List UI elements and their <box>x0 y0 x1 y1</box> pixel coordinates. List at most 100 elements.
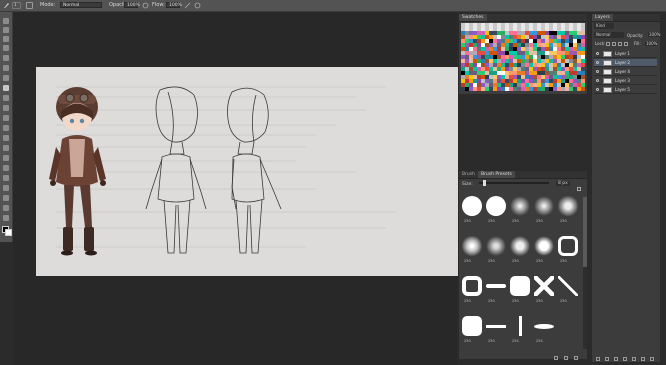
brush-preset[interactable] <box>462 196 482 216</box>
lock-label: Lock: <box>595 41 606 46</box>
brush-preview-icon[interactable] <box>577 187 581 191</box>
layer-row[interactable]: Layer 3 <box>594 77 657 85</box>
brush-preset[interactable] <box>558 236 578 256</box>
tab-brush[interactable]: Brush <box>459 171 478 178</box>
lock-pixels-icon[interactable] <box>612 42 616 46</box>
brush-preset[interactable] <box>519 316 522 336</box>
layer-mask-icon[interactable] <box>614 357 618 361</box>
brush-preset-picker[interactable]: 1 <box>12 2 21 9</box>
path-select-tool-icon[interactable] <box>3 175 9 181</box>
link-layers-icon[interactable] <box>596 357 600 361</box>
type-tool-icon[interactable] <box>3 165 9 171</box>
brush-preset[interactable] <box>486 284 506 288</box>
pressure-opacity-icon[interactable] <box>142 2 149 9</box>
brush-preset-size: 250 <box>512 299 519 303</box>
shape-tool-icon[interactable] <box>3 185 9 191</box>
pressure-size-icon[interactable] <box>194 2 201 9</box>
brush-preset-size: 250 <box>536 299 543 303</box>
eyedropper-tool-icon[interactable] <box>3 65 9 71</box>
background-color-swatch[interactable] <box>5 229 12 236</box>
visibility-eye-icon[interactable] <box>596 52 599 55</box>
brush-tool-icon[interactable] <box>3 85 9 91</box>
layer-row[interactable]: Layer 4 <box>594 68 657 76</box>
brush-tool-icon[interactable] <box>3 2 10 9</box>
dodge-tool-icon[interactable] <box>3 145 9 151</box>
trash-icon[interactable] <box>574 356 578 360</box>
lock-transparency-icon[interactable] <box>606 42 610 46</box>
zoom-tool-icon[interactable] <box>3 205 9 211</box>
layer-row[interactable]: Layer 5 <box>594 86 657 94</box>
brush-preset[interactable] <box>462 316 482 336</box>
brush-size-slider[interactable] <box>479 180 549 186</box>
visibility-eye-icon[interactable] <box>596 79 599 82</box>
extra-tools-icon[interactable] <box>3 215 9 221</box>
brush-preset[interactable] <box>462 236 482 256</box>
brush-preset[interactable] <box>510 196 530 216</box>
brush-preset[interactable] <box>534 324 554 329</box>
brush-preset-size: 254 <box>512 339 519 343</box>
lock-position-icon[interactable] <box>618 42 622 46</box>
layer-style-icon[interactable] <box>605 357 609 361</box>
new-layer-icon[interactable] <box>641 357 645 361</box>
brush-preset[interactable] <box>558 196 578 216</box>
flow-value: 100% <box>169 3 182 8</box>
layer-thumbnail <box>603 78 612 84</box>
eraser-tool-icon[interactable] <box>3 115 9 121</box>
opacity-field[interactable]: 100% <box>124 2 140 8</box>
quick-select-tool-icon[interactable] <box>3 45 9 51</box>
brush-preset[interactable] <box>534 276 554 296</box>
flow-field[interactable]: 100% <box>166 2 182 8</box>
brush-tabbar: Brush Brush Presets <box>459 171 587 179</box>
move-tool-icon[interactable] <box>3 18 9 24</box>
layer-opacity-value[interactable]: 100% <box>648 32 662 37</box>
visibility-eye-icon[interactable] <box>596 70 599 73</box>
brush-preset[interactable] <box>462 276 482 296</box>
brush-preset[interactable] <box>510 236 530 256</box>
layer-name: Layer 5 <box>615 87 630 92</box>
color-swatch[interactable] <box>581 87 585 91</box>
lock-all-icon[interactable] <box>624 42 628 46</box>
brush-preset[interactable] <box>558 276 578 296</box>
tab-brush-presets[interactable]: Brush Presets <box>478 171 515 178</box>
toggle-panel-icon[interactable] <box>554 356 558 360</box>
healing-tool-icon[interactable] <box>3 75 9 81</box>
marquee-tool-icon[interactable] <box>3 27 9 33</box>
delete-layer-icon[interactable] <box>650 357 654 361</box>
layer-row[interactable]: Layer 1 <box>594 50 657 58</box>
brush-preset-size: 250 <box>536 259 543 263</box>
brush-preset[interactable] <box>486 196 506 216</box>
lasso-tool-icon[interactable] <box>3 36 9 42</box>
pen-tool-icon[interactable] <box>3 155 9 161</box>
brush-preset[interactable] <box>534 196 554 216</box>
visibility-eye-icon[interactable] <box>596 61 599 64</box>
airbrush-icon[interactable] <box>184 2 191 9</box>
blur-tool-icon[interactable] <box>3 135 9 141</box>
document-canvas[interactable] <box>36 67 458 276</box>
brush-preset[interactable] <box>534 236 554 256</box>
new-preset-icon[interactable] <box>564 356 568 360</box>
fill-value[interactable]: 100% <box>645 41 659 46</box>
visibility-eye-icon[interactable] <box>596 88 599 91</box>
history-brush-tool-icon[interactable] <box>3 105 9 111</box>
tab-layers[interactable]: Layers <box>592 14 613 21</box>
toggle-brush-panel-icon[interactable] <box>26 2 33 9</box>
brush-preset-size: 250 <box>464 299 471 303</box>
brush-size-value[interactable]: 8 px <box>556 181 570 186</box>
gradient-tool-icon[interactable] <box>3 125 9 131</box>
mode-select[interactable]: Normal <box>60 2 102 8</box>
new-group-icon[interactable] <box>632 357 636 361</box>
filter-icons[interactable] <box>616 23 658 29</box>
brush-preset-size: 250 <box>488 259 495 263</box>
hand-tool-icon[interactable] <box>3 195 9 201</box>
crop-tool-icon[interactable] <box>3 55 9 61</box>
clone-stamp-tool-icon[interactable] <box>3 95 9 101</box>
brush-preset[interactable] <box>486 236 506 256</box>
brush-preset[interactable] <box>510 276 530 296</box>
layer-row[interactable]: Layer 2 <box>594 59 657 67</box>
adjustment-layer-icon[interactable] <box>623 357 627 361</box>
brush-scrollbar[interactable] <box>583 197 587 349</box>
brush-preset[interactable] <box>486 325 506 328</box>
filter-kind-select[interactable]: Kind <box>594 23 614 29</box>
blend-mode-select[interactable]: Normal <box>594 32 624 38</box>
tab-swatches[interactable]: Swatches <box>459 14 487 21</box>
